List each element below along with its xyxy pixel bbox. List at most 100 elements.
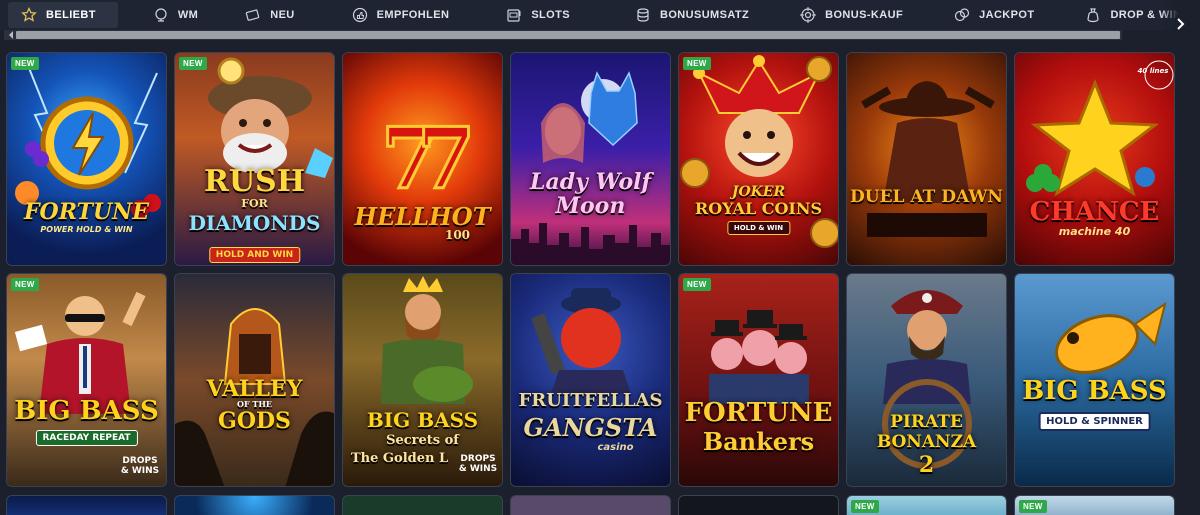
tab-jackpot[interactable]: JACKPOT: [939, 0, 1046, 30]
game-title: PIRATE: [890, 412, 963, 432]
tab-label: NEU: [270, 9, 295, 21]
new-badge: NEW: [683, 57, 711, 70]
game-tile-hellhot-100[interactable]: 7 7 HELLHOT 100: [342, 52, 503, 266]
game-subtitle: HOLD & SPINNER: [1038, 412, 1151, 431]
game-title-mid: Secrets of: [386, 433, 459, 448]
game-title: RUSH: [203, 164, 306, 199]
game-title-line2: Moon: [555, 193, 626, 219]
new-badge: NEW: [1019, 500, 1047, 513]
thumbs-up-icon: [351, 6, 369, 24]
slot-machine-icon: [505, 6, 523, 24]
category-nav: BELIEBT WM NEU EMPFOHLEN SLOTS BONUSUMSA…: [0, 0, 1200, 30]
game-tile-lady-wolf-moon[interactable]: Lady Wolf Moon: [510, 52, 671, 266]
coin-stack-icon: [634, 6, 652, 24]
game-tile-partial[interactable]: [6, 495, 167, 515]
game-title: BIG BASS: [1022, 376, 1167, 406]
game-tile-fortune[interactable]: FORTUNE POWER HOLD & WIN NEW: [6, 52, 167, 266]
tab-bonus-kauf[interactable]: BONUS-KAUF: [785, 0, 915, 30]
game-tile-rush-for-diamonds[interactable]: RUSH FOR DIAMONDS HOLD AND WIN NEW: [174, 52, 335, 266]
game-tile-partial[interactable]: [510, 495, 671, 515]
game-tile-fortune-bankers[interactable]: FORTUNE Bankers NEW: [678, 273, 839, 487]
game-tile-partial[interactable]: NEW: [846, 495, 1007, 515]
new-badge: NEW: [851, 500, 879, 513]
game-tag: HOLD AND WIN: [208, 247, 301, 263]
game-subtitle: casino: [597, 442, 634, 453]
cowboy-art: [861, 81, 995, 237]
target-icon: [799, 6, 817, 24]
game-title-mid: OF THE: [236, 399, 273, 409]
game-tile-partial[interactable]: [174, 495, 335, 515]
game-tile-duel-at-dawn[interactable]: DUEL AT DAWN: [846, 52, 1007, 266]
new-badge: NEW: [179, 57, 207, 70]
tab-beliebt[interactable]: BELIEBT: [8, 2, 118, 28]
game-title: DUEL AT DAWN: [850, 187, 1003, 207]
tab-label: BELIEBT: [46, 9, 96, 21]
game-tile-big-bass-secrets-golden-lake[interactable]: BIG BASS Secrets of The Golden L DROPS &…: [342, 273, 503, 487]
tab-label: BONUSUMSATZ: [659, 9, 750, 21]
game-tile-pirate-bonanza-2[interactable]: PIRATE BONANZA 2: [846, 273, 1007, 487]
game-title: Lady Wolf: [530, 169, 651, 195]
casino-lobby: BELIEBT WM NEU EMPFOHLEN SLOTS BONUSUMSA…: [0, 0, 1200, 515]
new-badge: NEW: [683, 278, 711, 291]
scroll-left-arrow[interactable]: [6, 31, 16, 39]
nav-next-button[interactable]: [1160, 0, 1200, 52]
game-title: HELLHOT: [354, 202, 491, 231]
game-title: VALLEY: [206, 376, 303, 402]
trophy-ball-icon: [152, 6, 170, 24]
coins-icon: [953, 6, 971, 24]
game-title-line2: Bankers: [702, 427, 815, 456]
chevron-right-icon: [1173, 17, 1187, 36]
tab-neu[interactable]: NEU: [230, 0, 306, 30]
tab-label: BONUS-KAUF: [825, 9, 904, 21]
money-bag-icon: [1084, 6, 1102, 24]
game-subtitle: RACEDAY REPEAT: [35, 430, 138, 446]
game-tile-fruitfellas-gangsta-casino[interactable]: FRUITFELLAS GANGSTA casino: [510, 273, 671, 487]
game-tile-big-bass-raceday-repeat[interactable]: BIG BASS RACEDAY REPEAT DROPS & WINS NEW: [6, 273, 167, 487]
tab-slots[interactable]: SLOTS: [491, 0, 582, 30]
game-title-mid: FOR: [241, 197, 268, 210]
corner-label: 40 lines: [1137, 67, 1169, 75]
game-title-line2: ROYAL COINS: [694, 199, 823, 218]
game-tag: HOLD & WIN: [726, 221, 791, 235]
tickets-icon: [244, 6, 262, 24]
scrollbar-thumb[interactable]: [16, 31, 1120, 39]
game-title: FORTUNE: [23, 199, 150, 225]
tab-label: SLOTS: [531, 9, 570, 21]
game-subtitle: POWER HOLD & WIN: [40, 225, 133, 234]
wolf-art: [511, 71, 670, 265]
tab-label: EMPFOHLEN: [376, 9, 450, 21]
game-title-line2: DIAMONDS: [188, 211, 321, 235]
star-icon: [20, 6, 38, 24]
game-tile-partial[interactable]: NEW: [1014, 495, 1175, 515]
game-title: FRUITFELLAS: [518, 390, 663, 411]
new-badge: NEW: [11, 57, 39, 70]
game-title-line2: 100: [444, 228, 471, 242]
game-tag: DROPS & WINS: [458, 454, 498, 474]
new-badge: NEW: [11, 278, 39, 291]
game-tile-valley-of-the-gods[interactable]: VALLEY OF THE GODS: [174, 273, 335, 487]
game-tile-partial[interactable]: [342, 495, 503, 515]
fortune-art: [15, 62, 161, 218]
game-title: CHANCE: [1029, 197, 1160, 227]
game-subtitle: machine 40: [1058, 225, 1131, 238]
game-title-line2: BONANZA: [876, 432, 977, 452]
game-tile-chance-machine-40[interactable]: 40 lines CHANCE machine 40: [1014, 52, 1175, 266]
game-title: BIG BASS: [366, 408, 479, 432]
tab-empfohlen[interactable]: EMPFOHLEN: [337, 0, 462, 30]
game-tile-partial[interactable]: [678, 495, 839, 515]
game-title-line2: GODS: [218, 408, 291, 434]
game-title: BIG BASS: [14, 396, 159, 426]
tomato-gangster-art: [531, 288, 631, 394]
game-tile-big-bass-hold-spinner[interactable]: BIG BASS HOLD & SPINNER: [1014, 273, 1175, 487]
game-tag: DROPS & WINS: [120, 456, 160, 476]
game-title: FORTUNE: [684, 398, 833, 428]
game-title-number: 2: [918, 452, 935, 478]
game-title-line2: GANGSTA: [523, 413, 658, 442]
game-tile-joker-royal-coins[interactable]: JOKER ROYAL COINS HOLD & WIN NEW: [678, 52, 839, 266]
svg-text:7: 7: [417, 109, 475, 208]
tab-wm[interactable]: WM: [138, 0, 210, 30]
tab-bonusumsatz[interactable]: BONUSUMSATZ: [620, 0, 761, 30]
game-title: JOKER: [731, 184, 786, 200]
tab-label: WM: [177, 9, 199, 21]
tab-label: JACKPOT: [979, 9, 1035, 21]
